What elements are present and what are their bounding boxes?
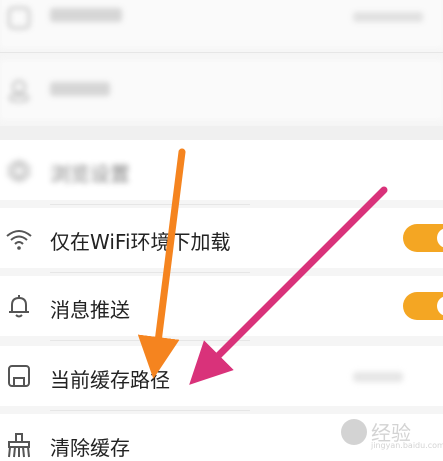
gear-icon [4, 156, 34, 186]
save-icon [4, 361, 34, 391]
blurred-text [50, 8, 122, 22]
settings-screen: 浏览设置 仅在WiFi环境下加载 消息推送 当前缓存路径 清除缓存 经验 jin… [0, 0, 443, 461]
baidu-paw-logo [341, 419, 367, 445]
user-icon [4, 75, 34, 105]
settings-row-wifi-only[interactable]: 仅在WiFi环境下加载 [0, 208, 443, 268]
divider [0, 52, 443, 53]
divider [50, 204, 250, 205]
baidu-jingyan-watermark: 经验 jingyan.baidu.com [341, 417, 443, 453]
settings-row-blurred-2[interactable] [0, 60, 443, 120]
settings-row-blurred-1[interactable] [0, 0, 443, 48]
row-label-push: 消息推送 [50, 298, 130, 322]
wifi-only-toggle[interactable] [403, 224, 443, 252]
settings-row-cache-path[interactable]: 当前缓存路径 [0, 346, 443, 406]
bell-icon [4, 291, 34, 321]
divider [50, 410, 250, 411]
cache-path-value [353, 372, 403, 382]
settings-row-push[interactable]: 消息推送 [0, 276, 443, 336]
divider [50, 272, 250, 273]
row-label-browse: 浏览设置 [50, 162, 130, 186]
divider [50, 340, 250, 341]
push-toggle[interactable] [403, 292, 443, 320]
section-gap [0, 126, 443, 140]
blurred-text [50, 82, 110, 96]
row-label-wifi-only: 仅在WiFi环境下加载 [50, 230, 231, 254]
row-label-clear-cache: 清除缓存 [50, 436, 130, 460]
row-label-cache-path: 当前缓存路径 [50, 368, 170, 392]
settings-row-browse[interactable]: 浏览设置 [0, 140, 443, 200]
broom-icon [4, 430, 34, 460]
settings-icon [4, 3, 34, 33]
blurred-value [353, 12, 423, 22]
watermark-url: jingyan.baidu.com [371, 441, 443, 450]
wifi-icon [4, 224, 34, 254]
